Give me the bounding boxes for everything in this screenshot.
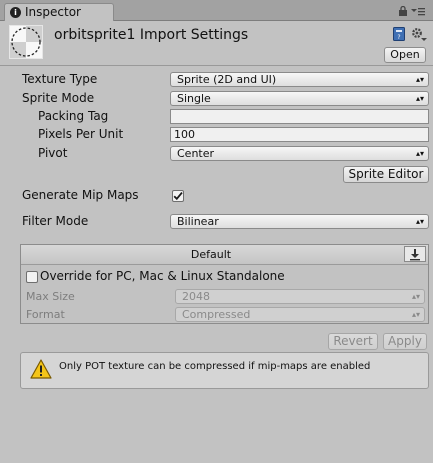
filter-mode-dropdown[interactable]: Bilinear ▴▾	[170, 214, 429, 229]
book-icon[interactable]: ?	[393, 27, 405, 41]
texture-type-label: Texture Type	[22, 72, 98, 86]
info-icon: i	[10, 7, 21, 18]
format-value: Compressed	[182, 308, 251, 321]
sprite-mode-dropdown[interactable]: Single ▴▾	[170, 91, 429, 106]
max-size-label: Max Size	[26, 290, 75, 303]
max-size-value: 2048	[182, 290, 210, 303]
warning-icon	[30, 359, 52, 379]
revert-button[interactable]: Revert	[328, 333, 378, 350]
platform-tab-standalone[interactable]	[404, 246, 426, 262]
gear-icon[interactable]	[411, 26, 427, 42]
filter-mode-value: Bilinear	[177, 215, 219, 228]
pixels-per-unit-field[interactable]: 100	[170, 127, 429, 142]
max-size-dropdown[interactable]: 2048 ▴▾	[175, 289, 425, 304]
generate-mip-maps-label: Generate Mip Maps	[22, 188, 139, 202]
download-icon	[410, 249, 420, 261]
menu-icon[interactable]	[411, 6, 425, 16]
platform-tab-default[interactable]: Default	[21, 248, 401, 261]
override-checkbox[interactable]	[26, 271, 38, 283]
texture-type-value: Sprite (2D and UI)	[177, 73, 277, 86]
sprite-mode-value: Single	[177, 92, 211, 105]
generate-mip-maps-checkbox[interactable]	[172, 190, 184, 202]
texture-type-dropdown[interactable]: Sprite (2D and UI) ▴▾	[170, 72, 429, 87]
packing-tag-label: Packing Tag	[38, 109, 109, 123]
platform-tab-header: Default	[21, 245, 428, 265]
tab-label: Inspector	[25, 5, 81, 19]
updown-arrow-icon: ▴▾	[411, 292, 420, 301]
inspector-header: orbitsprite1 Import Settings ? Open	[0, 21, 433, 66]
apply-button[interactable]: Apply	[383, 333, 427, 350]
open-button[interactable]: Open	[384, 47, 426, 63]
updown-arrow-icon: ▴▾	[415, 217, 424, 226]
packing-tag-field[interactable]	[170, 109, 429, 124]
checkmark-icon	[173, 192, 183, 201]
texture-thumbnail	[9, 25, 43, 59]
updown-arrow-icon: ▴▾	[415, 149, 424, 158]
pivot-value: Center	[177, 147, 215, 160]
filter-mode-label: Filter Mode	[22, 214, 89, 228]
tab-bar: i Inspector	[0, 0, 433, 21]
pivot-label: Pivot	[38, 146, 68, 160]
warning-helpbox: Only POT texture can be compressed if mi…	[20, 352, 429, 389]
platform-settings-panel: Default Override for PC, Mac & Linux Sta…	[20, 244, 429, 324]
pivot-dropdown[interactable]: Center ▴▾	[170, 146, 429, 161]
override-label: Override for PC, Mac & Linux Standalone	[40, 269, 285, 283]
pixels-per-unit-label: Pixels Per Unit	[38, 127, 124, 141]
updown-arrow-icon: ▴▾	[411, 310, 420, 319]
format-label: Format	[26, 308, 65, 321]
updown-arrow-icon: ▴▾	[415, 75, 424, 84]
svg-text:?: ?	[397, 34, 400, 41]
tab-inspector[interactable]: i Inspector	[4, 3, 114, 21]
page-title: orbitsprite1 Import Settings	[54, 27, 249, 43]
format-dropdown[interactable]: Compressed ▴▾	[175, 307, 425, 322]
inspector-empty-area	[0, 435, 433, 463]
sprite-mode-label: Sprite Mode	[22, 91, 95, 105]
warning-message: Only POT texture can be compressed if mi…	[59, 361, 371, 372]
sprite-editor-button[interactable]: Sprite Editor	[343, 166, 429, 183]
lock-icon[interactable]	[398, 6, 408, 16]
updown-arrow-icon: ▴▾	[415, 94, 424, 103]
